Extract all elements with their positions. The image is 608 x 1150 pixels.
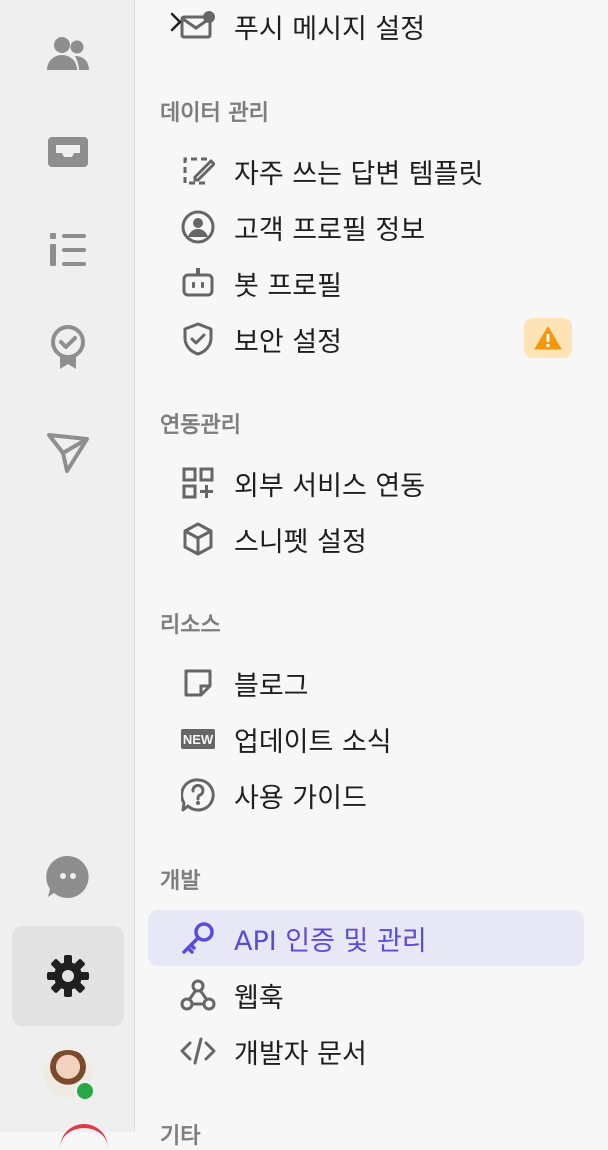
menu-item-dev-docs[interactable]: 개발자 문서 <box>148 1023 584 1079</box>
menu-item-label: 봇 프로필 <box>234 270 342 302</box>
menu-item-updates[interactable]: NEW 업데이트 소식 <box>148 711 584 767</box>
security-warning-badge <box>524 318 572 358</box>
menu-item-label: 스니펫 설정 <box>234 526 367 558</box>
side-rail <box>0 0 135 1132</box>
menu-item-label: API 인증 및 관리 <box>234 925 427 957</box>
chat-bubble-icon <box>46 855 89 898</box>
users-icon <box>47 37 89 70</box>
menu-item-bot-profile[interactable]: 봇 프로필 <box>148 255 584 311</box>
rail-item-list[interactable] <box>12 200 124 300</box>
menu-item-label: 푸시 메시지 설정 <box>234 13 426 45</box>
key-icon <box>180 920 216 956</box>
apps-grid-icon <box>180 465 216 501</box>
menu-item-security[interactable]: 보안 설정 <box>148 311 584 367</box>
notification-indicator <box>60 1124 108 1148</box>
edit-template-icon <box>180 153 216 189</box>
list-icon <box>50 233 86 266</box>
settings-menu-panel: 푸시 메시지 설정 데이터 관리 자주 쓰는 답변 템플릿 고객 프로필 정보 <box>135 0 608 1149</box>
menu-item-label: 개발자 문서 <box>234 1038 367 1070</box>
section-title-dev: 개발 <box>160 869 201 894</box>
rail-item-send[interactable] <box>12 402 124 502</box>
rail-item-settings[interactable] <box>12 926 124 1026</box>
rail-item-chat[interactable] <box>12 827 124 927</box>
rail-item-badge[interactable] <box>12 298 124 398</box>
code-icon <box>180 1033 216 1069</box>
gear-icon <box>47 955 89 997</box>
menu-item-snippet[interactable]: 스니펫 설정 <box>148 511 584 567</box>
section-title-resources: 리소스 <box>160 613 221 638</box>
menu-item-push-settings[interactable]: 푸시 메시지 설정 <box>148 0 584 54</box>
help-icon <box>180 777 216 813</box>
menu-item-guide[interactable]: 사용 가이드 <box>148 767 584 823</box>
rail-item-contacts[interactable] <box>12 4 124 104</box>
webhook-icon <box>180 977 216 1013</box>
chevron-right-icon <box>170 12 182 32</box>
avatar[interactable] <box>44 1050 96 1102</box>
menu-item-label: 자주 쓰는 답변 템플릿 <box>234 158 484 190</box>
badge-icon <box>51 325 85 369</box>
svg-text:NEW: NEW <box>183 732 214 747</box>
menu-item-label: 블로그 <box>234 670 309 702</box>
mail-notification-icon <box>180 8 216 44</box>
menu-item-label: 외부 서비스 연동 <box>234 470 426 502</box>
new-badge-icon: NEW <box>180 721 216 757</box>
menu-item-label: 고객 프로필 정보 <box>234 214 426 246</box>
menu-item-customer-profile[interactable]: 고객 프로필 정보 <box>148 199 584 255</box>
bot-icon <box>180 265 216 301</box>
rail-item-inbox[interactable] <box>12 102 124 202</box>
menu-item-webhook[interactable]: 웹훅 <box>148 967 584 1023</box>
menu-item-api[interactable]: API 인증 및 관리 <box>148 910 584 966</box>
menu-item-label: 업데이트 소식 <box>234 726 392 758</box>
shield-check-icon <box>180 321 216 357</box>
menu-item-label: 사용 가이드 <box>234 782 367 814</box>
send-icon <box>47 433 89 473</box>
warning-icon <box>534 326 562 350</box>
cube-icon <box>180 521 216 557</box>
menu-item-label: 보안 설정 <box>234 326 342 358</box>
online-status-dot <box>74 1080 96 1102</box>
section-title-etc: 기타 <box>160 1124 201 1149</box>
menu-item-external-services[interactable]: 외부 서비스 연동 <box>148 455 584 511</box>
menu-item-templates[interactable]: 자주 쓰는 답변 템플릿 <box>148 143 584 199</box>
menu-item-label: 웹훅 <box>234 982 284 1014</box>
user-circle-icon <box>180 209 216 245</box>
section-title-data: 데이터 관리 <box>160 101 269 126</box>
section-title-integration: 연동관리 <box>160 413 241 438</box>
inbox-icon <box>48 137 88 167</box>
menu-item-blog[interactable]: 블로그 <box>148 655 584 711</box>
note-icon <box>180 665 216 701</box>
